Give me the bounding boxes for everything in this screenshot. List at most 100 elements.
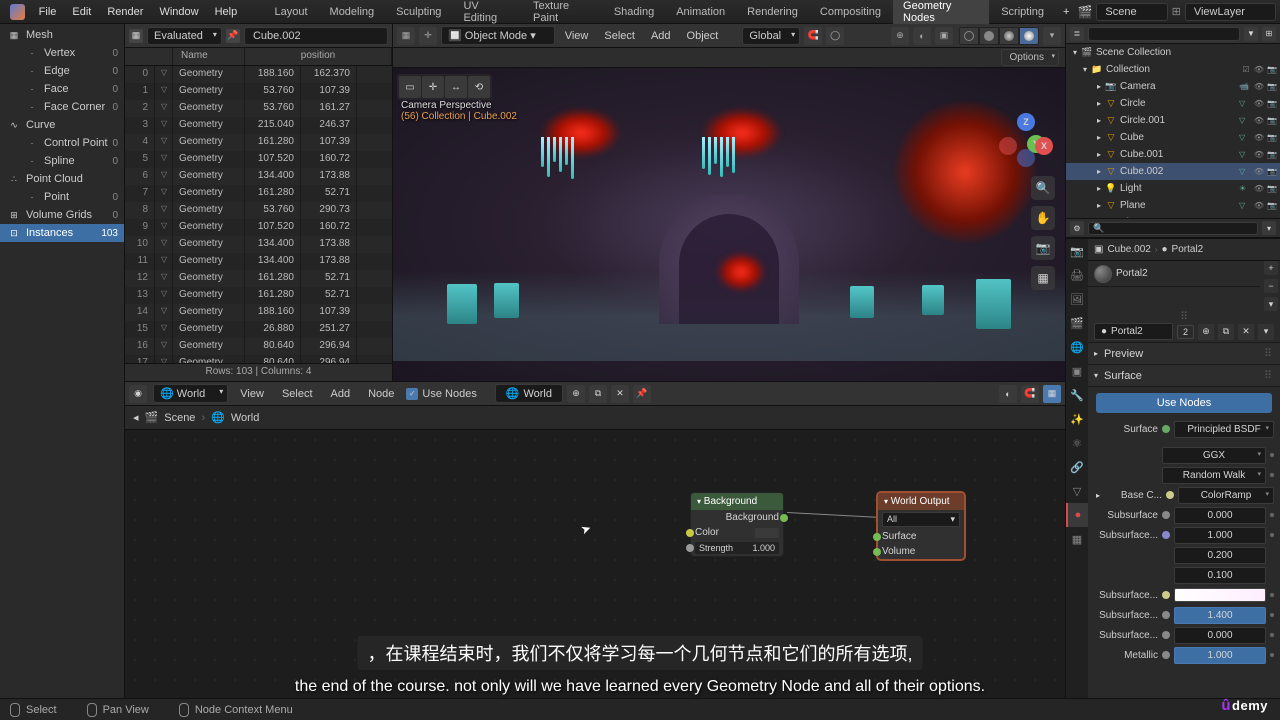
- panel-preview[interactable]: ▸Preview⠿: [1088, 343, 1280, 365]
- outliner-editor-icon[interactable]: ≣: [1070, 27, 1084, 41]
- col-name[interactable]: Name: [173, 48, 245, 65]
- table-row[interactable]: 6▽Geometry134.400173.88: [125, 168, 392, 185]
- tree-group[interactable]: ∿Curve: [0, 116, 124, 134]
- tab-data-props[interactable]: ▽: [1066, 479, 1088, 503]
- new-world-icon[interactable]: ⊕: [567, 385, 585, 403]
- table-row[interactable]: 4▽Geometry161.280107.39: [125, 134, 392, 151]
- shading-dropdown-icon[interactable]: ▾: [1043, 27, 1061, 45]
- gizmo-toggle-icon[interactable]: ⊕: [891, 27, 909, 45]
- menu-window[interactable]: Window: [151, 6, 206, 18]
- ne-node[interactable]: Node: [362, 388, 400, 400]
- tab-modifier-props[interactable]: 🔧: [1066, 383, 1088, 407]
- bc-world[interactable]: World: [231, 412, 260, 424]
- use-nodes-button[interactable]: Use Nodes: [1096, 393, 1272, 413]
- pin-icon[interactable]: 📌: [226, 29, 240, 43]
- tab-physics-props[interactable]: ⚛: [1066, 431, 1088, 455]
- cursor-tool-icon[interactable]: ✛: [419, 27, 437, 45]
- tree-item[interactable]: ·Spline0: [0, 152, 124, 170]
- table-row[interactable]: 13▽Geometry161.28052.71: [125, 287, 392, 304]
- world-datablock[interactable]: 🌐 World: [495, 384, 563, 403]
- tab-constraint-props[interactable]: 🔗: [1066, 455, 1088, 479]
- tree-group[interactable]: ⊞Volume Grids0: [0, 206, 124, 224]
- bc-mat[interactable]: Portal2: [1172, 244, 1204, 255]
- sss-method[interactable]: Random Walk: [1162, 467, 1266, 484]
- mat-unlink-icon[interactable]: ✕: [1238, 324, 1254, 340]
- outliner-root[interactable]: ▾🎬Scene Collection: [1066, 44, 1280, 61]
- material-slot-name[interactable]: Portal2: [1116, 268, 1254, 279]
- xray-icon[interactable]: ▣: [935, 27, 953, 45]
- pan-icon[interactable]: ✋: [1031, 206, 1055, 230]
- shade-solid[interactable]: [979, 27, 999, 45]
- tab-uvediting[interactable]: UV Editing: [453, 0, 521, 27]
- outliner-collection[interactable]: ▾📁Collection☑👁📷: [1066, 61, 1280, 78]
- tree-group[interactable]: ∴Point Cloud: [0, 170, 124, 188]
- tab-object-props[interactable]: ▣: [1066, 359, 1088, 383]
- outliner-item[interactable]: ▸▽Circle.001▽👁📷: [1066, 112, 1280, 129]
- material-preview-sphere[interactable]: [1094, 265, 1112, 283]
- spreadsheet-editor-icon[interactable]: ▦: [129, 29, 143, 43]
- mat-slot-menu[interactable]: ▾: [1264, 297, 1278, 311]
- metallic-value[interactable]: 1.000: [1174, 647, 1266, 664]
- tab-render-props[interactable]: 📷: [1066, 239, 1088, 263]
- outliner-item[interactable]: ▸▽Cube.001▽👁📷: [1066, 146, 1280, 163]
- sss-color[interactable]: [1174, 588, 1266, 602]
- camera-toggle-icon[interactable]: 📷: [1031, 236, 1055, 260]
- tab-texturepaint[interactable]: Texture Paint: [523, 0, 602, 27]
- subsurface-value[interactable]: 0.000: [1174, 507, 1266, 524]
- panel-surface[interactable]: ▾Surface⠿: [1088, 365, 1280, 387]
- base-color[interactable]: ColorRamp: [1178, 487, 1274, 504]
- strength-field[interactable]: Strength 1.000: [695, 542, 779, 554]
- ne-backdrop-icon[interactable]: ▦: [1043, 385, 1061, 403]
- mat-copy-icon[interactable]: ⧉: [1218, 324, 1234, 340]
- tab-scene-props[interactable]: 🎬: [1066, 311, 1088, 335]
- mat-new-icon[interactable]: ⊕: [1198, 324, 1214, 340]
- viewlayer-name[interactable]: ViewLayer: [1185, 3, 1276, 21]
- table-row[interactable]: 11▽Geometry134.400173.88: [125, 253, 392, 270]
- output-target[interactable]: All▾: [882, 512, 960, 527]
- shader-editor-icon[interactable]: ◉: [129, 385, 147, 403]
- tab-scripting[interactable]: Scripting: [991, 3, 1054, 21]
- tab-sculpting[interactable]: Sculpting: [386, 3, 451, 21]
- socket-out-background[interactable]: Background: [726, 512, 779, 523]
- tab-compositing[interactable]: Compositing: [810, 3, 891, 21]
- vp-add[interactable]: Add: [645, 30, 677, 42]
- eval-mode-select[interactable]: Evaluated: [147, 27, 222, 45]
- perspective-icon[interactable]: ▦: [1031, 266, 1055, 290]
- material-datablock[interactable]: ● Portal2: [1094, 323, 1173, 340]
- viewport-3d[interactable]: ▭ ✛ ↔ ⟲ Camera Perspective (56) Collecti…: [393, 68, 1065, 381]
- proportional-icon[interactable]: ◯: [826, 27, 844, 45]
- tree-item[interactable]: ·Vertex0: [0, 44, 124, 62]
- use-nodes-check[interactable]: ✓Use Nodes: [406, 388, 476, 400]
- vp-object[interactable]: Object: [681, 30, 725, 42]
- tab-viewlayer-props[interactable]: 🖼: [1066, 287, 1088, 311]
- table-row[interactable]: 5▽Geometry107.520160.72: [125, 151, 392, 168]
- spreadsheet-object[interactable]: Cube.002: [244, 27, 388, 45]
- tree-item-instances[interactable]: ⊡Instances103: [0, 224, 124, 242]
- ne-snap-icon[interactable]: 🧲: [1021, 385, 1039, 403]
- socket-volume[interactable]: Volume: [882, 546, 915, 557]
- table-row[interactable]: 12▽Geometry161.28052.71: [125, 270, 392, 287]
- outliner-item[interactable]: ▸📷Camera📹👁📷: [1066, 78, 1280, 95]
- mat-slot-remove[interactable]: −: [1264, 279, 1278, 293]
- tab-texture-props[interactable]: ▦: [1066, 527, 1088, 551]
- snap-icon[interactable]: 🧲: [804, 27, 822, 45]
- tab-world-props[interactable]: 🌐: [1066, 335, 1088, 359]
- outliner-item[interactable]: ▸▽Cube▽👁📷: [1066, 129, 1280, 146]
- table-row[interactable]: 8▽Geometry53.760290.73: [125, 202, 392, 219]
- menu-help[interactable]: Help: [207, 6, 246, 18]
- sss-aniso[interactable]: 0.000: [1174, 627, 1266, 644]
- tab-material-props[interactable]: ●: [1066, 503, 1088, 527]
- socket-surface[interactable]: Surface: [882, 531, 916, 542]
- props-search[interactable]: 🔍: [1088, 222, 1258, 235]
- menu-edit[interactable]: Edit: [64, 6, 99, 18]
- nav-gizmo[interactable]: Z Y X: [999, 113, 1053, 167]
- editor-type-icon[interactable]: ▦: [397, 27, 415, 45]
- sss-ior[interactable]: 1.400: [1174, 607, 1266, 624]
- new-collection-icon[interactable]: ⊞: [1262, 27, 1276, 41]
- unlink-world-icon[interactable]: ✕: [611, 385, 629, 403]
- ne-overlay-icon[interactable]: ◐: [999, 385, 1017, 403]
- shade-wire[interactable]: [959, 27, 979, 45]
- sss-radius-1[interactable]: 0.200: [1174, 547, 1266, 564]
- surface-shader[interactable]: Principled BSDF: [1174, 421, 1274, 438]
- mat-slot-add[interactable]: +: [1264, 261, 1278, 275]
